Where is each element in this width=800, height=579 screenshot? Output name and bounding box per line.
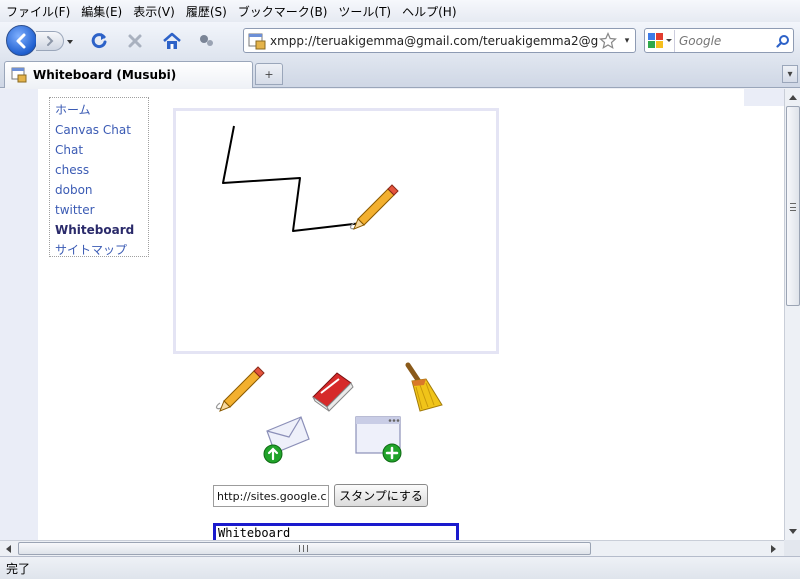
page-content: ホーム Canvas Chat Chat chess dobon twitter…: [0, 89, 784, 540]
stop-button[interactable]: [124, 30, 146, 52]
new-tab-button[interactable]: +: [255, 63, 283, 85]
menu-help[interactable]: ヘルプ(H): [402, 3, 456, 20]
search-icon: [776, 34, 789, 48]
menu-bookmarks[interactable]: ブックマーク(B): [238, 3, 328, 20]
scroll-up-button[interactable]: [785, 89, 800, 105]
scrollbar-corner: [784, 540, 800, 556]
drawn-stroke: [222, 125, 363, 232]
tab-whiteboard[interactable]: Whiteboard (Musubi): [4, 61, 253, 88]
home-icon: [163, 32, 181, 49]
status-text: 完了: [6, 561, 31, 576]
eraser-tool-button[interactable]: [307, 365, 359, 417]
reload-button[interactable]: [88, 30, 110, 52]
tab-title: Whiteboard (Musubi): [33, 68, 177, 82]
nav-link-whiteboard[interactable]: Whiteboard: [55, 220, 143, 240]
url-dropdown-button[interactable]: ▾: [619, 36, 635, 46]
new-window-icon: [355, 416, 402, 463]
pencil-icon: [215, 366, 265, 412]
nav-link-canvas-chat[interactable]: Canvas Chat: [55, 120, 143, 140]
menu-bar: ファイル(F) 編集(E) 表示(V) 履歴(S) ブックマーク(B) ツール(…: [0, 0, 800, 22]
chat-box[interactable]: Whiteboard: [213, 523, 459, 540]
left-gutter: [0, 89, 38, 540]
nav-link-chess[interactable]: chess: [55, 160, 143, 180]
send-mail-button[interactable]: [261, 413, 313, 465]
eraser-icon: [312, 372, 354, 412]
clear-tool-button[interactable]: [398, 361, 450, 413]
addon-button[interactable]: [196, 30, 218, 52]
site-navigation: ホーム Canvas Chat Chat chess dobon twitter…: [49, 97, 149, 257]
history-dropdown-button[interactable]: [66, 35, 76, 47]
chevron-down-icon: [67, 40, 73, 44]
search-input[interactable]: [675, 33, 773, 48]
url-bar[interactable]: xmpp://teruakigemma@gmail.com/teruakigem…: [243, 28, 636, 53]
bookmark-star-icon[interactable]: [599, 31, 617, 50]
home-button[interactable]: [161, 30, 183, 52]
nav-link-home[interactable]: ホーム: [55, 100, 143, 120]
horizontal-scroll-thumb[interactable]: [18, 542, 591, 555]
vertical-scrollbar[interactable]: [784, 89, 800, 540]
back-button[interactable]: [6, 25, 37, 56]
horizontal-scrollbar[interactable]: [0, 540, 784, 556]
plus-icon: +: [264, 67, 274, 81]
menu-history[interactable]: 履歴(S): [186, 3, 227, 20]
google-logo-icon: [647, 32, 672, 48]
drawing-layer: [222, 125, 399, 232]
stop-icon: [128, 34, 142, 48]
menu-tools[interactable]: ツール(T): [338, 3, 391, 20]
send-mail-icon: [263, 416, 310, 464]
broom-icon: [405, 362, 443, 412]
vertical-scroll-thumb[interactable]: [786, 106, 800, 306]
new-window-button[interactable]: [352, 413, 404, 465]
tab-list-button[interactable]: ▾: [782, 65, 798, 83]
search-engine-button[interactable]: [645, 29, 675, 52]
menu-edit[interactable]: 編集(E): [81, 3, 122, 20]
search-button[interactable]: [773, 34, 793, 48]
nav-link-twitter[interactable]: twitter: [55, 200, 143, 220]
chat-title: Whiteboard: [218, 526, 291, 540]
menu-view[interactable]: 表示(V): [133, 3, 175, 20]
pencil-tool-button[interactable]: [214, 365, 266, 417]
reload-icon: [91, 33, 107, 49]
chevron-up-icon: [789, 95, 797, 100]
scroll-right-button[interactable]: [766, 541, 782, 557]
top-right-corner: [744, 89, 784, 106]
back-arrow-icon: [16, 33, 25, 48]
pencil-cursor-icon: [349, 184, 399, 230]
url-text[interactable]: xmpp://teruakigemma@gmail.com/teruakigem…: [270, 34, 599, 48]
tab-favicon-icon: [11, 67, 27, 83]
navigation-toolbar: xmpp://teruakigemma@gmail.com/teruakigem…: [0, 22, 800, 58]
site-favicon-icon: [248, 33, 266, 49]
menu-file[interactable]: ファイル(F): [6, 3, 70, 20]
scroll-down-button[interactable]: [785, 524, 800, 540]
stamp-url-input[interactable]: [213, 485, 329, 507]
forward-button[interactable]: [36, 31, 64, 51]
chevron-down-icon: ▾: [787, 68, 793, 80]
status-bar: 完了: [0, 556, 800, 579]
chevron-right-icon: [771, 545, 776, 553]
grip-icon: [790, 203, 796, 211]
stamp-button[interactable]: スタンプにする: [334, 484, 428, 507]
grip-icon: [299, 545, 308, 552]
nav-link-dobon[interactable]: dobon: [55, 180, 143, 200]
chevron-left-icon: [6, 545, 11, 553]
nav-link-chat[interactable]: Chat: [55, 140, 143, 160]
nav-link-sitemap[interactable]: サイトマップ: [55, 240, 143, 260]
tab-strip: Whiteboard (Musubi) + ▾: [0, 58, 800, 88]
whiteboard-canvas[interactable]: [173, 108, 499, 354]
puzzle-icon: [200, 35, 213, 46]
chevron-down-icon: [789, 529, 797, 534]
scroll-left-button[interactable]: [0, 541, 16, 557]
search-bar: [644, 28, 794, 53]
forward-arrow-icon: [46, 36, 53, 46]
